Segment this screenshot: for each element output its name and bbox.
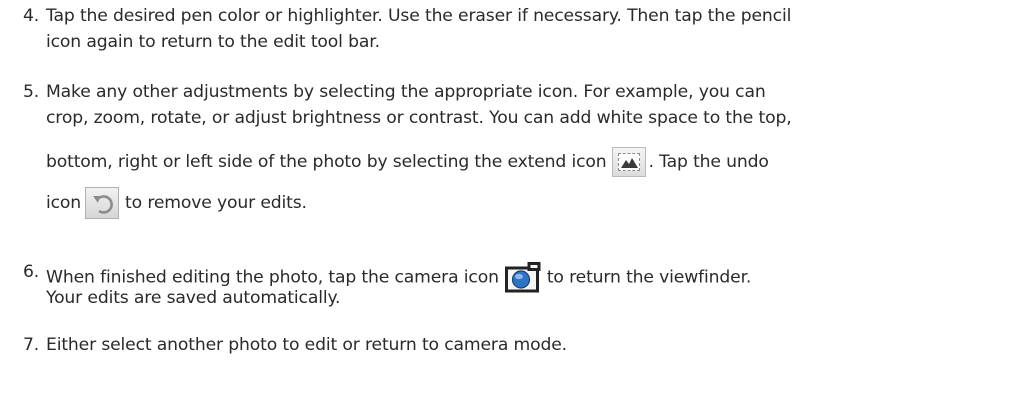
step-number: 5. bbox=[23, 82, 40, 102]
step-text-line: icon to remove your edits. bbox=[46, 187, 307, 219]
step-number: 4. bbox=[23, 6, 40, 26]
step-number: 7. bbox=[23, 335, 40, 355]
step-text-line: bottom, right or left side of the photo … bbox=[46, 147, 769, 177]
step-text-line: Make any other adjustments by selecting … bbox=[46, 82, 766, 102]
undo-icon bbox=[85, 187, 120, 219]
step-text: icon bbox=[46, 193, 82, 213]
camera-icon bbox=[504, 262, 541, 293]
instruction-page: 4. Tap the desired pen color or highligh… bbox=[0, 0, 1019, 417]
step-text: to return the viewfinder. bbox=[546, 267, 752, 288]
step-text-line: crop, zoom, rotate, or adjust brightness… bbox=[46, 108, 792, 128]
step-text: When finished editing the photo, tap the… bbox=[46, 267, 499, 288]
step-text-line: Tap the desired pen color or highlighter… bbox=[46, 6, 792, 26]
step-text: . Tap the undo bbox=[648, 152, 769, 172]
extend-icon bbox=[612, 147, 647, 177]
step-text: bottom, right or left side of the photo … bbox=[46, 152, 607, 172]
step-text-line: Either select another photo to edit or r… bbox=[46, 335, 567, 355]
step-text-line: icon again to return to the edit tool ba… bbox=[46, 32, 380, 52]
step-number: 6. bbox=[23, 262, 40, 282]
step-text: to remove your edits. bbox=[125, 193, 307, 213]
step-text-line: Your edits are saved automatically. bbox=[46, 288, 341, 308]
